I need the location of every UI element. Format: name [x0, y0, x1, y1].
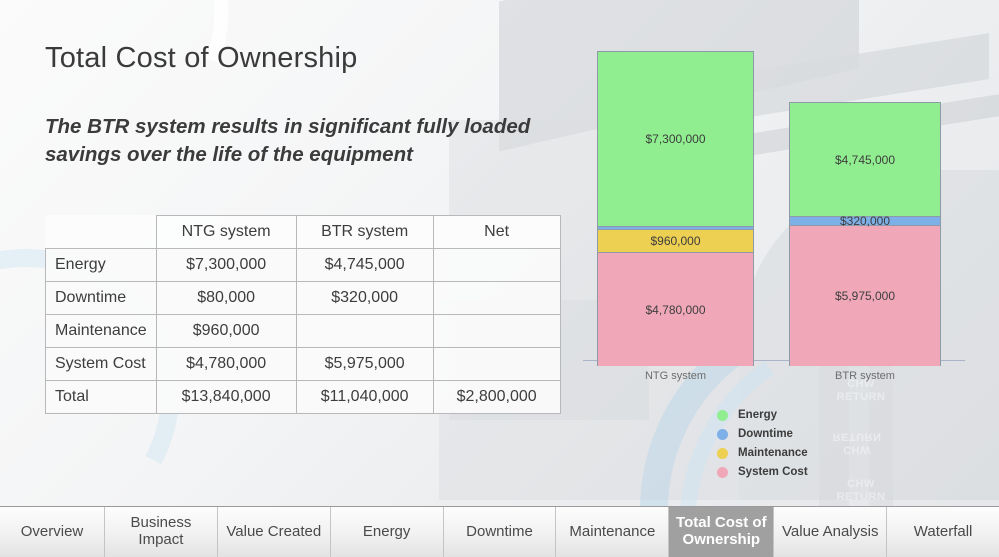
bar-segment-btr-system-cost: $5,975,000 [790, 225, 940, 366]
legend-label-maintenance: Maintenance [738, 447, 808, 459]
legend-label-system-cost: System Cost [738, 466, 808, 478]
tab-overview[interactable]: Overview [0, 507, 105, 557]
bar-label-btr-energy: $4,745,000 [835, 153, 895, 167]
cell-total-net: $2,800,000 [433, 381, 560, 414]
cell-system-cost-ntg: $4,780,000 [156, 348, 296, 381]
cell-maintenance-btr [296, 315, 433, 348]
tab-energy[interactable]: Energy [331, 507, 444, 557]
category-label-btr: BTR system [789, 370, 941, 382]
legend-swatch-maintenance-icon [717, 448, 728, 459]
tab-maintenance[interactable]: Maintenance [556, 507, 669, 557]
table-row: Total $13,840,000 $11,040,000 $2,800,000 [46, 381, 561, 414]
bar-label-ntg-maintenance: $960,000 [650, 234, 700, 248]
decor-swoosh-4 [0, 0, 275, 210]
cell-total-btr: $11,040,000 [296, 381, 433, 414]
cell-downtime-btr: $320,000 [296, 282, 433, 315]
slide-root: CHWRETURN CHWRETURN CHWRETURN Total Cost… [0, 0, 999, 557]
table-header-ntg: NTG system [156, 216, 296, 249]
bar-segment-ntg-energy: $7,300,000 [598, 52, 753, 226]
cell-energy-ntg: $7,300,000 [156, 249, 296, 282]
bar-segment-ntg-maintenance: $960,000 [598, 229, 753, 252]
cell-downtime-ntg: $80,000 [156, 282, 296, 315]
bar-segment-btr-downtime: $320,000 [790, 216, 940, 225]
tab-value-analysis[interactable]: Value Analysis [774, 507, 887, 557]
row-label-maintenance: Maintenance [46, 315, 157, 348]
table-header-btr: BTR system [296, 216, 433, 249]
bar-segment-btr-energy: $4,745,000 [790, 103, 940, 216]
legend-label-downtime: Downtime [738, 428, 793, 440]
cell-energy-net [433, 249, 560, 282]
tab-total-cost-of-ownership[interactable]: Total Cost of Ownership [669, 507, 774, 557]
bottom-tab-bar: Overview Business Impact Value Created E… [0, 506, 999, 557]
cell-total-ntg: $13,840,000 [156, 381, 296, 414]
cell-maintenance-ntg: $960,000 [156, 315, 296, 348]
category-label-ntg: NTG system [597, 370, 754, 382]
table-header-net: Net [433, 216, 560, 249]
legend-item-system-cost: System Cost [717, 463, 808, 481]
row-label-downtime: Downtime [46, 282, 157, 315]
page-title: Total Cost of Ownership [45, 42, 357, 75]
chart-legend: Energy Downtime Maintenance System Cost [717, 406, 808, 481]
legend-swatch-energy-icon [717, 410, 728, 421]
legend-item-downtime: Downtime [717, 425, 808, 443]
tco-table: NTG system BTR system Net Energy $7,300,… [45, 215, 561, 414]
table-header-row: NTG system BTR system Net [46, 216, 561, 249]
tab-value-created[interactable]: Value Created [218, 507, 331, 557]
legend-swatch-downtime-icon [717, 429, 728, 440]
table-row: Downtime $80,000 $320,000 [46, 282, 561, 315]
chart-category-labels: NTG system BTR system [575, 370, 975, 388]
cell-energy-btr: $4,745,000 [296, 249, 433, 282]
tab-waterfall[interactable]: Waterfall [887, 507, 999, 557]
row-label-system-cost: System Cost [46, 348, 157, 381]
bar-ntg-system: $7,300,000 $960,000 $4,780,000 [597, 51, 754, 366]
tab-business-impact[interactable]: Business Impact [105, 507, 218, 557]
legend-item-energy: Energy [717, 406, 808, 424]
bar-segment-ntg-system-cost: $4,780,000 [598, 252, 753, 366]
bar-btr-system: $4,745,000 $320,000 $5,975,000 [789, 102, 941, 366]
cell-downtime-net [433, 282, 560, 315]
bar-label-btr-downtime: $320,000 [840, 214, 890, 228]
bar-label-ntg-system-cost: $4,780,000 [645, 303, 705, 317]
legend-swatch-system-cost-icon [717, 467, 728, 478]
row-label-energy: Energy [46, 249, 157, 282]
bar-label-ntg-energy: $7,300,000 [645, 132, 705, 146]
cell-system-cost-btr: $5,975,000 [296, 348, 433, 381]
legend-item-maintenance: Maintenance [717, 444, 808, 462]
cell-system-cost-net [433, 348, 560, 381]
cell-maintenance-net [433, 315, 560, 348]
table-corner-cell [46, 216, 157, 249]
table-row: Energy $7,300,000 $4,745,000 [46, 249, 561, 282]
legend-label-energy: Energy [738, 409, 777, 421]
chart-plot-area: $7,300,000 $960,000 $4,780,000 $4,745,00… [575, 36, 975, 366]
table-row: System Cost $4,780,000 $5,975,000 [46, 348, 561, 381]
bar-label-btr-system-cost: $5,975,000 [835, 289, 895, 303]
table-row: Maintenance $960,000 [46, 315, 561, 348]
row-label-total: Total [46, 381, 157, 414]
tco-stacked-bar-chart: $7,300,000 $960,000 $4,780,000 $4,745,00… [575, 36, 975, 486]
page-subtitle: The BTR system results in significant fu… [45, 113, 555, 169]
tab-downtime[interactable]: Downtime [444, 507, 557, 557]
